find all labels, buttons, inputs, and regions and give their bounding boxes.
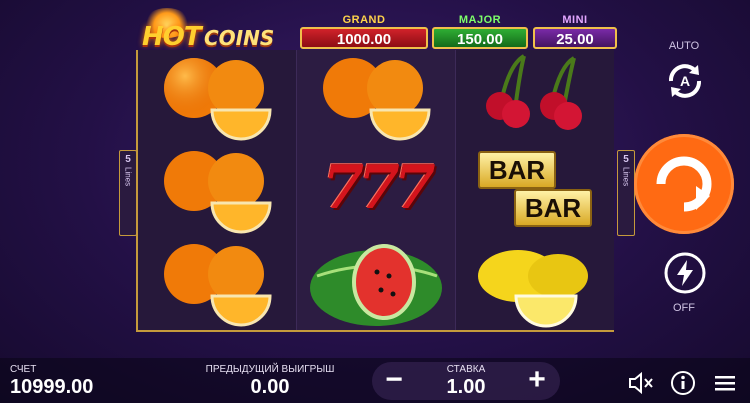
reel-2: 777 (296, 50, 456, 330)
info-button[interactable] (668, 368, 698, 398)
reel-grid: 777 BAR BAR (136, 50, 614, 332)
autoplay-button[interactable]: A (662, 58, 708, 104)
turbo-off-label: OFF (673, 302, 695, 314)
menu-button[interactable] (710, 368, 740, 398)
turbo-button[interactable] (662, 250, 708, 296)
symbol-watermelon (297, 236, 455, 329)
jackpot-grand-value: 1000.00 (300, 27, 428, 49)
last-win-label: ПРЕДЫДУЩИЙ ВЫИГРЫШ (205, 364, 335, 375)
logo-hot-text: HOT (142, 22, 202, 52)
reel-3: BAR BAR (456, 50, 614, 330)
jackpot-grand: GRAND 1000.00 (300, 14, 428, 52)
sound-toggle-button[interactable] (626, 368, 656, 398)
info-icon (671, 371, 695, 395)
bar-top-label: BAR (478, 151, 556, 189)
lines-word-left: Lines (123, 167, 133, 187)
jackpot-grand-label: GRAND (342, 14, 386, 26)
symbol-cherry (456, 50, 614, 143)
spin-icon (656, 156, 712, 212)
seven-text: 777 (322, 153, 435, 223)
svg-text:A: A (680, 73, 690, 89)
hamburger-menu-icon (715, 376, 735, 391)
symbol-orange (138, 236, 296, 329)
jackpot-mini: MINI 25.00 (533, 14, 617, 52)
bet-increase-button[interactable]: + (518, 362, 556, 400)
jackpot-major: MAJOR 150.00 (432, 14, 528, 52)
autoplay-icon: A (669, 64, 701, 98)
bar-bottom-label: BAR (514, 189, 592, 227)
symbol-bar: BAR BAR (456, 143, 614, 236)
bet-value: 1.00 (446, 376, 486, 398)
balance-value: 10999.00 (10, 376, 94, 398)
bet-decrease-button[interactable]: − (375, 362, 413, 400)
reel-1 (138, 50, 296, 330)
speaker-muted-icon (629, 371, 653, 395)
jackpot-mini-label: MINI (562, 14, 588, 26)
symbol-orange (138, 50, 296, 143)
lines-count-left: 5 (125, 154, 131, 165)
turbo-icon (664, 252, 706, 294)
jackpot-mini-value: 25.00 (533, 27, 617, 49)
symbol-seven: 777 (297, 143, 455, 236)
jackpot-major-label: MAJOR (458, 14, 502, 26)
lines-indicator-right: 5 Lines (617, 150, 635, 236)
symbol-orange (297, 50, 455, 143)
symbol-orange (138, 143, 296, 236)
auto-label: AUTO (668, 40, 700, 52)
lines-count-right: 5 (623, 154, 629, 165)
logo-coins-text: COINS (204, 26, 275, 50)
symbol-lemon (456, 236, 614, 329)
jackpot-major-value: 150.00 (432, 27, 528, 49)
lines-indicator-left: 5 Lines (119, 150, 137, 236)
spin-button[interactable] (634, 134, 734, 234)
last-win-value: 0.00 (250, 376, 290, 398)
lines-word-right: Lines (621, 167, 631, 187)
bet-label: СТАВКА (446, 364, 486, 375)
balance-label: СЧЕТ (10, 364, 37, 375)
